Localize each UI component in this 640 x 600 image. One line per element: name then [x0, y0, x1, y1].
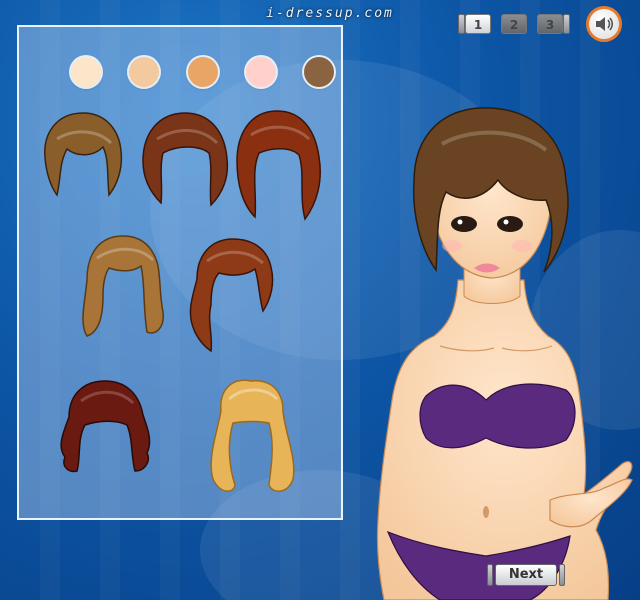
game-stage: i-dressup.com 1 2 3 Next — [0, 0, 640, 600]
skin-tone-swatch-2[interactable] — [129, 57, 159, 87]
hairstyle-option-1[interactable] — [37, 109, 129, 201]
skin-tone-swatch-3[interactable] — [188, 57, 218, 87]
next-left-cap — [487, 564, 493, 586]
dressup-model — [376, 107, 633, 600]
hairstyle-option-2[interactable] — [137, 109, 233, 209]
next-right-cap — [559, 564, 565, 586]
speaker-icon — [596, 17, 614, 31]
model-bikini-top — [419, 383, 576, 449]
page-3-button[interactable]: 3 — [537, 14, 563, 34]
skin-tone-swatch-1[interactable] — [71, 57, 101, 87]
sound-toggle-button[interactable] — [586, 6, 622, 42]
hairstyle-option-3[interactable] — [229, 107, 325, 223]
pager-right-cap — [563, 14, 570, 34]
brand-logo: i-dressup.com — [266, 6, 394, 21]
hairstyle-option-5[interactable] — [183, 235, 279, 355]
skin-tone-swatch-5[interactable] — [304, 57, 334, 87]
next-button[interactable]: Next — [487, 564, 565, 586]
hairstyle-option-4[interactable] — [75, 232, 171, 342]
hairstyle-option-7[interactable] — [203, 375, 299, 499]
page-1-button[interactable]: 1 — [465, 14, 491, 34]
next-button-label: Next — [495, 564, 557, 586]
hairstyle-panel — [17, 25, 343, 520]
skin-tone-swatch-4[interactable] — [246, 57, 276, 87]
page-2-button[interactable]: 2 — [501, 14, 527, 34]
pager-left-cap — [458, 14, 465, 34]
hairstyle-option-6[interactable] — [55, 377, 155, 477]
